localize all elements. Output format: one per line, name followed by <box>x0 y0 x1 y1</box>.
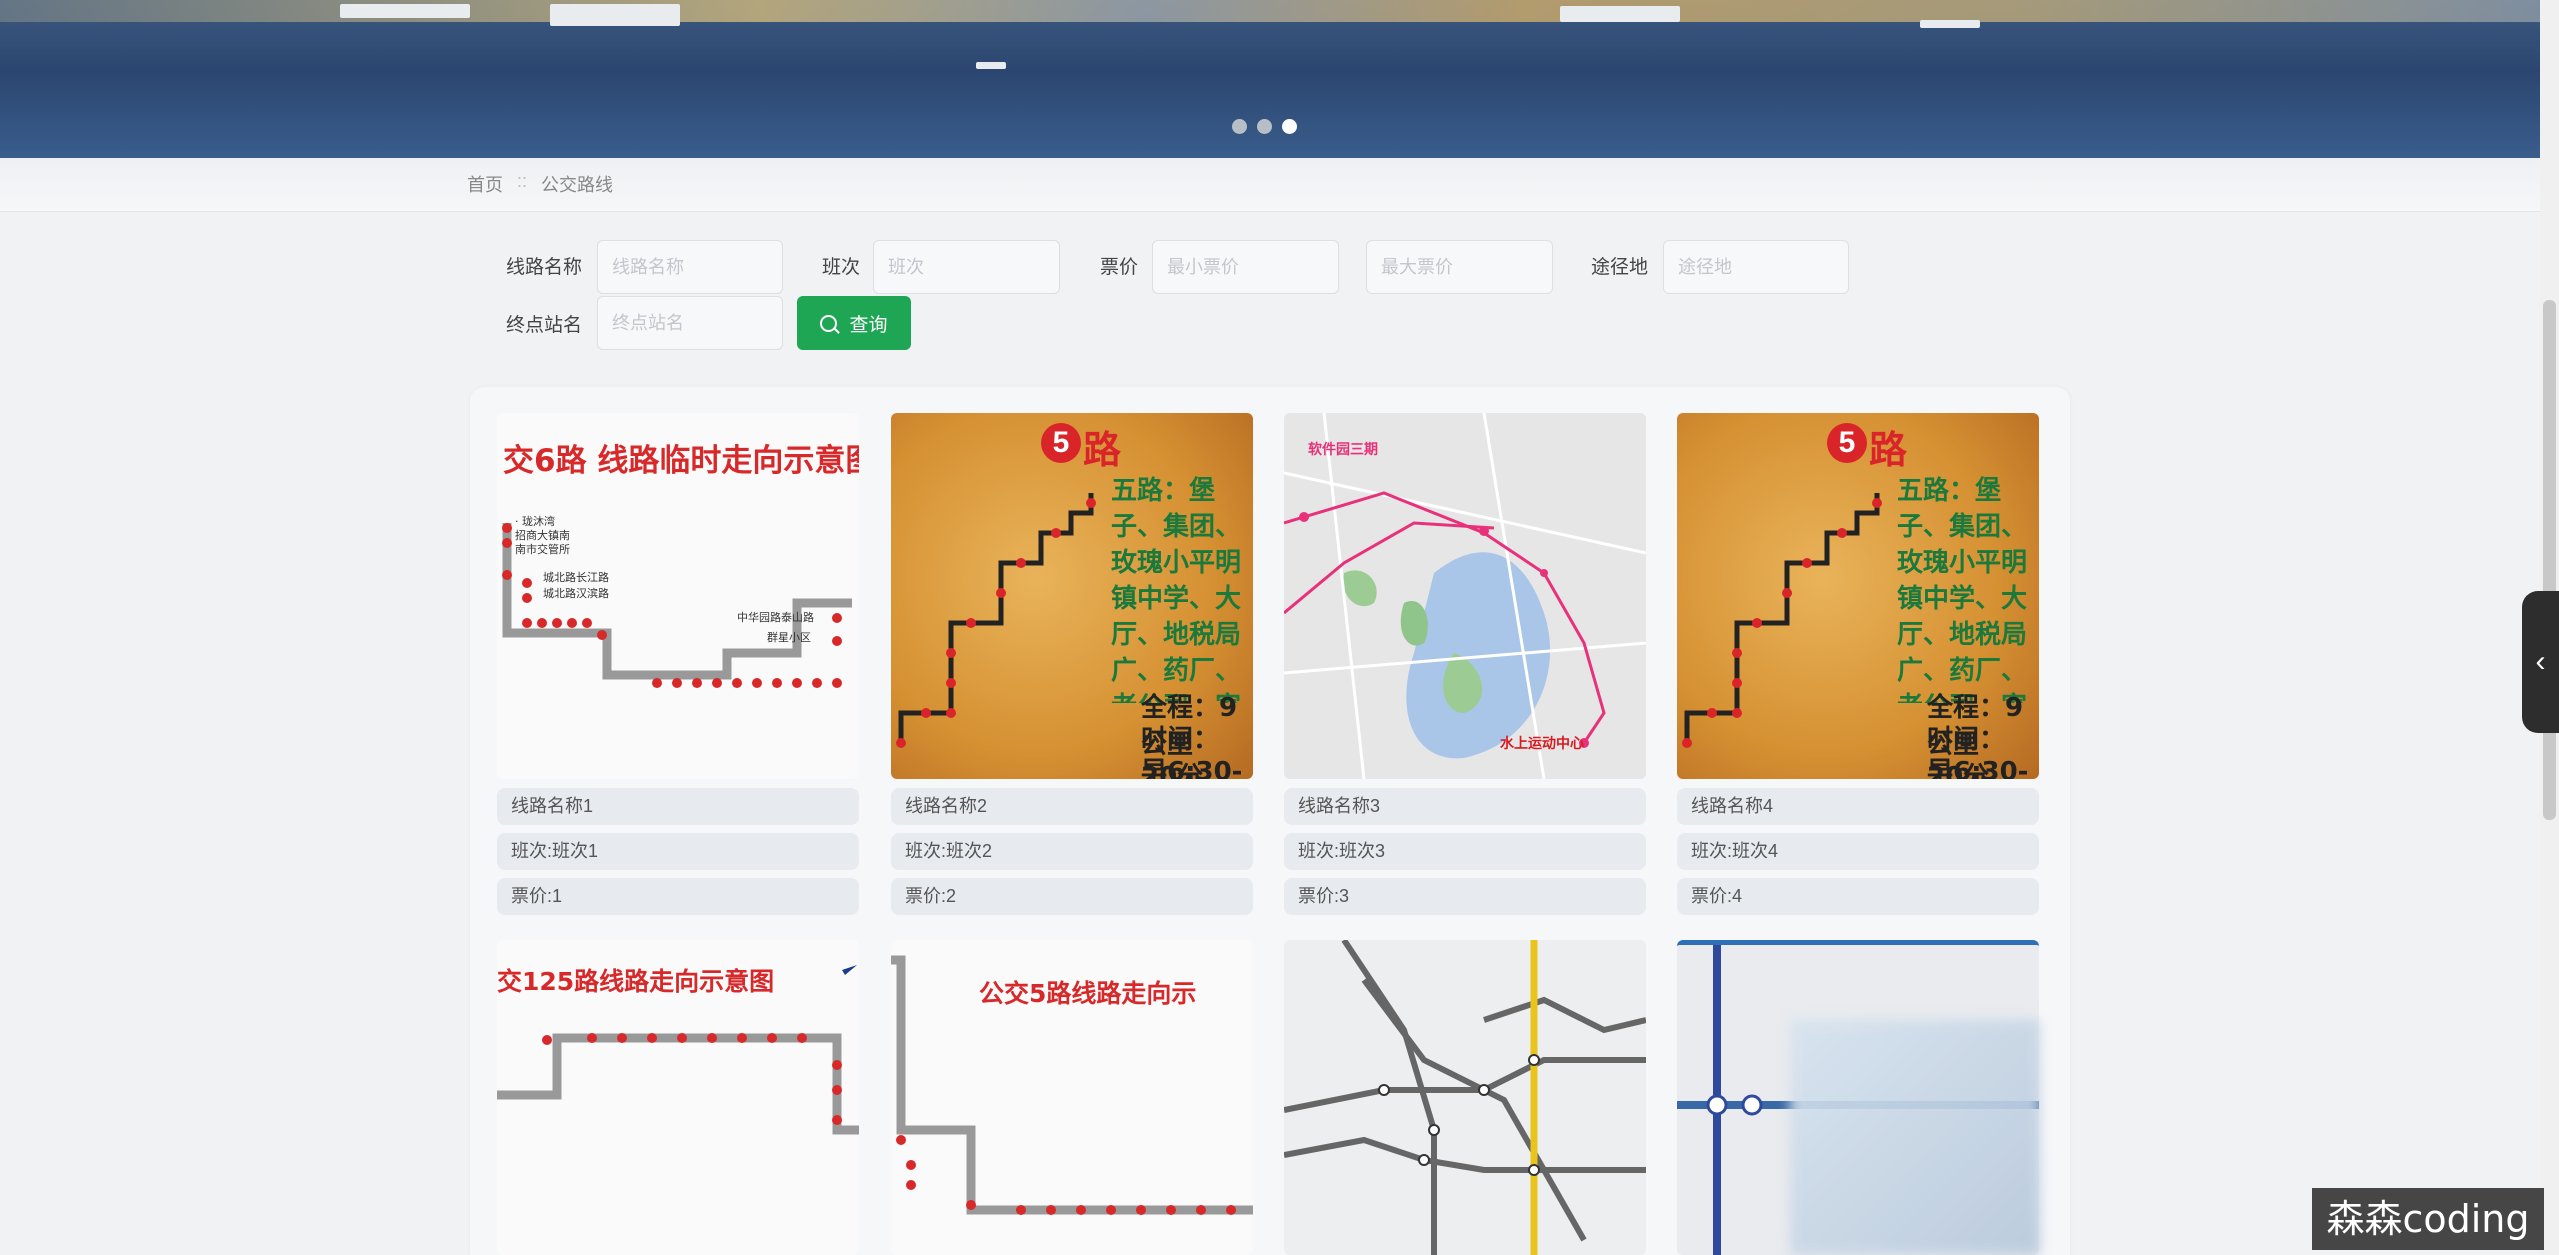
max-price-input[interactable] <box>1366 240 1553 294</box>
svg-text:群星小区: 群星小区 <box>767 630 811 644</box>
route-diagram <box>1682 493 1882 748</box>
route-card[interactable]: 公交5路线路走向示 <box>891 940 1253 1255</box>
svg-text:水上运动中心: 水上运动中心 <box>1500 735 1584 752</box>
shift-input[interactable] <box>873 240 1060 294</box>
breadcrumb-home[interactable]: 首页 <box>467 171 503 197</box>
min-price-input[interactable] <box>1152 240 1339 294</box>
svg-text:招商大镇南: 招商大镇南 <box>515 528 570 542</box>
route-map-image[interactable]: 交125路线路走向示意图 <box>497 940 859 1255</box>
route-card[interactable]: 交125路线路走向示意图 <box>497 940 859 1255</box>
breadcrumb-bar: 首页 :: 公交路线 <box>0 158 2540 212</box>
route-name-input[interactable] <box>597 240 783 294</box>
route-card[interactable]: 水上运动中心 软件园三期 线路名称3 班次:班次3 票价:3 <box>1284 413 1646 915</box>
route-diagram: · 珑沐湾招商大镇南南市交管所 城北路长江路城北路汉滨路 中华园路泰山路群星小区 <box>502 514 852 688</box>
side-collapse-tab[interactable]: ‹ <box>2522 591 2559 733</box>
route-shift: 班次:班次2 <box>891 833 1253 870</box>
route-shift: 班次:班次4 <box>1677 833 2039 870</box>
breadcrumb-current: 公交路线 <box>541 175 614 195</box>
route-card[interactable] <box>1284 940 1646 1255</box>
banner-ship <box>340 4 470 18</box>
search-icon <box>820 314 838 332</box>
banner-ship <box>550 4 680 26</box>
svg-text:· 珑沐湾: · 珑沐湾 <box>515 514 555 528</box>
route-map-image[interactable] <box>1284 940 1646 1255</box>
watermark: 森森coding <box>2312 1188 2544 1250</box>
svg-text:城北路长江路: 城北路长江路 <box>543 571 609 584</box>
svg-text:南市交管所: 南市交管所 <box>515 542 570 556</box>
route-diagram <box>497 965 859 1135</box>
carousel-dots <box>1232 119 1297 134</box>
route-card[interactable]: 5 路 五路：堡子、集团、玫瑰小平明镇中学、大厅、地税局广、药厂、老公司、家具城… <box>1677 413 2039 915</box>
route-name: 线路名称1 <box>497 788 859 825</box>
svg-text:中华园路泰山路: 中华园路泰山路 <box>737 610 814 624</box>
route-card[interactable]: 交6路 线路临时走向示意图 · 珑沐湾 招商大镇南 南市交管所 城北路长江路 城北路汉… <box>497 413 859 915</box>
shift-label: 班次 <box>822 257 861 278</box>
route-map-image[interactable]: 5 路 五路：堡子、集团、玫瑰小平明镇中学、大厅、地税局广、药厂、老公司、家具城… <box>891 413 1253 779</box>
route-shift: 班次:班次1 <box>497 833 859 870</box>
terminal-input[interactable] <box>597 296 783 350</box>
via-label: 途径地 <box>1591 257 1649 278</box>
banner-carousel[interactable] <box>0 0 2540 158</box>
svg-text:城北路汉滨路: 城北路汉滨路 <box>543 586 609 600</box>
banner-ship <box>976 62 1006 69</box>
route-diagram: 水上运动中心 <box>1284 413 1646 779</box>
route-card[interactable]: 5 路 五路：堡子、集团、玫瑰小平明镇中学、大厅、地税局广、药厂、老公司、家具城… <box>891 413 1253 915</box>
carousel-dot[interactable] <box>1232 119 1247 134</box>
route-diagram <box>896 493 1096 748</box>
breadcrumb: 首页 :: 公交路线 <box>467 171 613 197</box>
route-name: 线路名称2 <box>891 788 1253 825</box>
route-name-label: 线路名称 <box>506 257 583 278</box>
query-button-label: 查询 <box>849 314 888 336</box>
route-diagram <box>1284 940 1646 1255</box>
route-map-image[interactable]: 5 路 五路：堡子、集团、玫瑰小平明镇中学、大厅、地税局广、药厂、老公司、家具城… <box>1677 413 2039 779</box>
terminal-label: 终点站名 <box>506 315 583 336</box>
via-input[interactable] <box>1663 240 1849 294</box>
route-diagram <box>891 955 1253 1215</box>
route-price: 票价:3 <box>1284 878 1646 915</box>
route-price: 票价:1 <box>497 878 859 915</box>
scrollbar-thumb[interactable] <box>2543 300 2556 820</box>
route-name: 线路名称3 <box>1284 788 1646 825</box>
banner-ship <box>1560 6 1680 22</box>
route-price: 票价:2 <box>891 878 1253 915</box>
route-map-image[interactable]: 交6路 线路临时走向示意图 · 珑沐湾 招商大镇南 南市交管所 城北路长江路 城北路汉… <box>497 413 859 779</box>
route-map-image[interactable]: 公交5路线路走向示 <box>891 940 1253 1255</box>
map-title: 软件园三期 <box>1308 442 1378 458</box>
route-shift: 班次:班次3 <box>1284 833 1646 870</box>
price-label: 票价 <box>1100 257 1139 278</box>
blurred-overlay <box>1790 1020 2040 1255</box>
route-map-image[interactable]: 水上运动中心 软件园三期 <box>1284 413 1646 779</box>
route-name: 线路名称4 <box>1677 788 2039 825</box>
carousel-dot[interactable] <box>1257 119 1272 134</box>
route-price: 票价:4 <box>1677 878 2039 915</box>
chevron-left-icon: ‹ <box>2535 645 2546 678</box>
breadcrumb-separator: :: <box>517 171 528 191</box>
query-button[interactable]: 查询 <box>797 296 911 350</box>
carousel-dot-active[interactable] <box>1282 119 1297 134</box>
banner-ship <box>1920 20 1980 28</box>
